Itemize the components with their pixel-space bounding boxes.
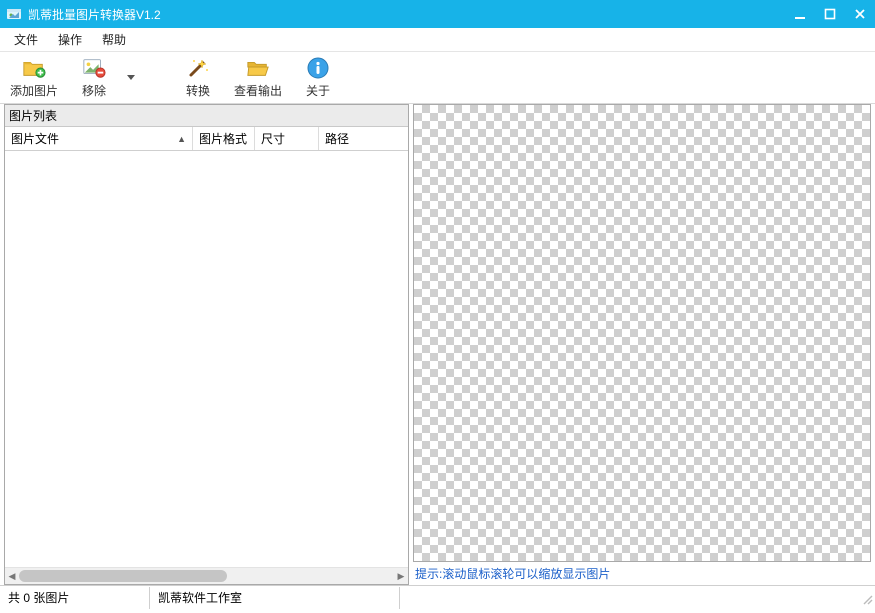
about-label: 关于 <box>306 82 330 99</box>
column-path-label: 路径 <box>325 130 349 147</box>
list-header: 图片文件 ▲ 图片格式 尺寸 路径 <box>5 127 408 151</box>
image-minus-icon <box>82 56 106 80</box>
wand-icon <box>186 56 210 80</box>
status-studio: 凯蒂软件工作室 <box>150 587 400 609</box>
column-file-header[interactable]: 图片文件 ▲ <box>5 127 193 150</box>
app-icon <box>6 6 22 22</box>
app-title: 凯蒂批量图片转换器V1.2 <box>28 6 791 23</box>
image-list-panel: 图片列表 图片文件 ▲ 图片格式 尺寸 路径 ◀ ▶ <box>4 104 409 585</box>
work-area: 图片列表 图片文件 ▲ 图片格式 尺寸 路径 ◀ ▶ 提示:滚动鼠标滚轮可以缩放… <box>0 104 875 585</box>
scroll-left-arrow-icon[interactable]: ◀ <box>5 568 19 585</box>
about-button[interactable]: 关于 <box>290 54 346 102</box>
folder-plus-icon <box>22 56 46 80</box>
statusbar: 共 0 张图片 凯蒂软件工作室 <box>0 585 875 609</box>
folder-open-icon <box>246 56 270 80</box>
close-button[interactable] <box>851 5 869 23</box>
convert-button[interactable]: 转换 <box>170 54 226 102</box>
remove-dropdown[interactable] <box>126 54 136 102</box>
remove-button[interactable]: 移除 <box>66 54 122 102</box>
scrollbar-thumb[interactable] <box>19 570 227 582</box>
column-file-label: 图片文件 <box>11 130 59 147</box>
column-format-label: 图片格式 <box>199 130 247 147</box>
menu-file[interactable]: 文件 <box>4 29 48 51</box>
toolbar: 添加图片 移除 转换 查看输出 关于 <box>0 52 875 104</box>
column-size-label: 尺寸 <box>261 130 285 147</box>
sort-indicator-icon: ▲ <box>177 134 186 144</box>
maximize-button[interactable] <box>821 5 839 23</box>
preview-hint: 提示:滚动鼠标滚轮可以缩放显示图片 <box>413 562 871 585</box>
image-list-title: 图片列表 <box>5 105 408 127</box>
horizontal-scrollbar[interactable]: ◀ ▶ <box>5 567 408 584</box>
convert-label: 转换 <box>186 82 210 99</box>
view-output-label: 查看输出 <box>234 82 282 99</box>
add-images-button[interactable]: 添加图片 <box>6 54 62 102</box>
column-size-header[interactable]: 尺寸 <box>255 127 319 150</box>
menu-operate[interactable]: 操作 <box>48 29 92 51</box>
add-images-label: 添加图片 <box>10 82 58 99</box>
menubar: 文件 操作 帮助 <box>0 28 875 52</box>
window-controls <box>791 5 869 23</box>
preview-panel: 提示:滚动鼠标滚轮可以缩放显示图片 <box>413 104 871 585</box>
view-output-button[interactable]: 查看输出 <box>230 54 286 102</box>
minimize-button[interactable] <box>791 5 809 23</box>
column-format-header[interactable]: 图片格式 <box>193 127 255 150</box>
scroll-right-arrow-icon[interactable]: ▶ <box>394 568 408 585</box>
remove-label: 移除 <box>82 82 106 99</box>
image-list-body[interactable] <box>5 151 408 567</box>
status-image-count: 共 0 张图片 <box>0 587 150 609</box>
info-icon <box>306 56 330 80</box>
resize-grip[interactable] <box>857 589 875 607</box>
menu-help[interactable]: 帮助 <box>92 29 136 51</box>
titlebar: 凯蒂批量图片转换器V1.2 <box>0 0 875 28</box>
image-preview[interactable] <box>413 104 871 562</box>
column-path-header[interactable]: 路径 <box>319 127 408 150</box>
